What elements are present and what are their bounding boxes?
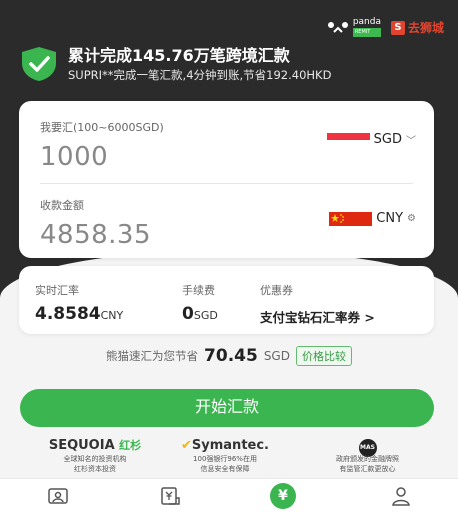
savings-currency: SGD <box>263 349 290 363</box>
savings-text: 熊猫速汇为您节省 <box>106 349 199 363</box>
singapore-flag-icon <box>326 132 370 147</box>
tab-user-icon[interactable] <box>390 485 412 507</box>
partner-symantec: ✔Symantec. 100强银行96%在用 信息安全有保障 <box>170 437 280 474</box>
tab-profile-card-icon[interactable] <box>47 485 69 507</box>
lion-brand-text: 去狮城 <box>407 21 444 35</box>
receive-currency-code: CNY <box>376 211 404 226</box>
chevron-down-icon: ﹀ <box>406 136 416 147</box>
send-label: 我要汇(100~6000SGD) <box>40 121 164 134</box>
panda-icon <box>327 21 348 33</box>
savings-row: 熊猫速汇为您节省 70.45 SGD 价格比较 <box>0 346 458 366</box>
receive-amount-input[interactable]: 4858.35 <box>40 220 151 250</box>
promo-banner: 累计完成145.76万笔跨境汇款 SUPRI**完成一笔汇款,4分钟到账,节省1… <box>18 46 331 83</box>
coupon-selector[interactable]: 优惠券 支付宝钻石汇率券 > <box>260 282 375 326</box>
send-currency-selector[interactable]: SGD ﹀ <box>326 132 416 147</box>
price-compare-button[interactable]: 价格比较 <box>295 346 352 366</box>
partners-row: SEQUOIA 红杉 全球知名的投资机构 红杉资本投资 ✔Symantec. 1… <box>0 437 458 477</box>
send-amount-input[interactable]: 1000 <box>40 142 164 172</box>
mas-logo: MAS <box>300 437 435 457</box>
receive-field[interactable]: 收款金额 4858.35 <box>40 197 151 250</box>
fee-value: 0SGD <box>182 304 218 324</box>
settings-icon: ⚙ <box>407 213 416 224</box>
tab-exchange-icon[interactable]: ¥ <box>270 483 296 509</box>
rate-label: 实时汇率 <box>35 284 79 297</box>
fee-label: 手续费 <box>182 284 215 297</box>
panda-sub-text: REMIT <box>352 28 381 37</box>
coupon-value[interactable]: 支付宝钻石汇率券 > <box>260 307 375 326</box>
sequoia-logo: SEQUOIA 红杉 <box>48 438 142 453</box>
symantec-logo: ✔Symantec. <box>181 438 269 453</box>
amount-card: 我要汇(100~6000SGD) 1000 SGD ﹀ 收款金额 4858.35… <box>19 101 434 258</box>
savings-amount: 70.45 <box>204 346 258 366</box>
shield-check-icon <box>22 47 56 81</box>
tab-orders-icon[interactable] <box>159 485 181 507</box>
china-flag-icon <box>329 211 373 226</box>
divider <box>40 183 413 184</box>
exchange-rate: 实时汇率 4.8584CNY <box>35 282 123 324</box>
partner-sequoia: SEQUOIA 红杉 全球知名的投资机构 红杉资本投资 <box>40 437 150 474</box>
banner-subtitle: SUPRI**完成一笔汇款,4分钟到账,节省192.40HKD <box>68 68 332 82</box>
panda-brand-text: panda <box>352 17 381 27</box>
chevron-right-icon: > <box>364 310 375 325</box>
partner-mas: MAS 政府颁发的金融牌照 有监管汇款更放心 <box>300 437 435 474</box>
coupon-label: 优惠券 <box>260 284 293 297</box>
banner-title: 累计完成145.76万笔跨境汇款 <box>68 46 290 65</box>
fee: 手续费 0SGD <box>182 282 218 324</box>
brand-logos: panda REMIT S 去狮城 <box>327 18 444 37</box>
bottom-tab-bar: ¥ <box>0 478 458 512</box>
lion-city-logo: S 去狮城 <box>390 19 444 36</box>
send-field[interactable]: 我要汇(100~6000SGD) 1000 <box>40 119 164 172</box>
send-currency-code: SGD <box>373 132 402 147</box>
receive-label: 收款金额 <box>40 199 84 212</box>
receive-currency-selector[interactable]: CNY ⚙ <box>329 211 416 226</box>
start-remit-button[interactable]: 开始汇款 <box>20 389 434 427</box>
rate-value: 4.8584CNY <box>35 304 124 324</box>
lion-icon: S <box>390 20 405 35</box>
rate-card: 实时汇率 4.8584CNY 手续费 0SGD 优惠券 支付宝钻石汇率券 > <box>19 266 434 334</box>
panda-remit-logo: panda REMIT <box>327 18 381 37</box>
